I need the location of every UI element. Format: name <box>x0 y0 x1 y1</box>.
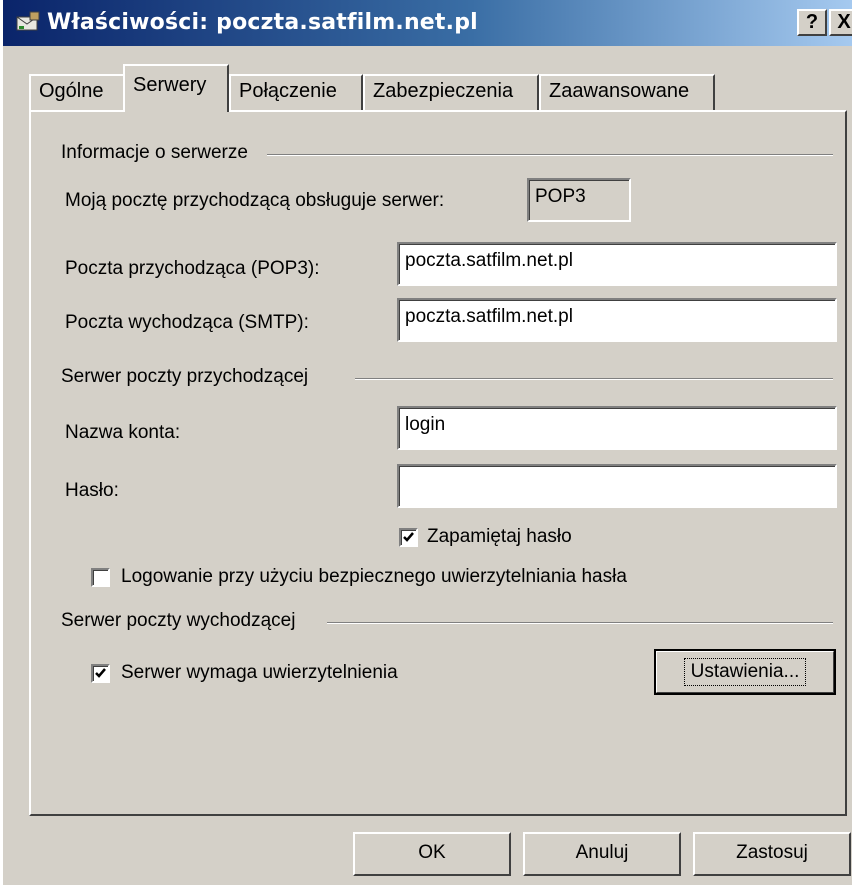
mail-server-icon <box>16 11 40 31</box>
account-name-input[interactable]: login <box>397 406 837 450</box>
account-name-label: Nazwa konta: <box>65 422 181 443</box>
pop3-server-input[interactable]: poczta.satfilm.net.pl <box>397 242 837 286</box>
group-divider <box>267 154 833 156</box>
secure-auth-checkbox[interactable] <box>91 568 110 587</box>
help-button[interactable]: ? <box>797 9 827 36</box>
settings-button-label: Ustawienia... <box>683 658 807 686</box>
apply-button[interactable]: Zastosuj <box>693 832 851 876</box>
tab-general[interactable]: Ogólne <box>29 74 125 110</box>
secure-auth-label[interactable]: Logowanie przy użyciu bezpiecznego uwier… <box>121 566 627 588</box>
cancel-button[interactable]: Anuluj <box>523 832 681 876</box>
smtp-auth-checkbox[interactable] <box>91 664 110 683</box>
smtp-server-input[interactable]: poczta.satfilm.net.pl <box>397 298 837 342</box>
tab-servers[interactable]: Serwery <box>123 64 229 112</box>
settings-button[interactable]: Ustawienia... <box>654 649 836 695</box>
servers-panel: Informacje o serwerze Moją pocztę przych… <box>29 110 847 816</box>
pop3-label: Poczta przychodząca (POP3): <box>65 258 320 279</box>
close-button[interactable]: X <box>829 9 852 36</box>
remember-password-label[interactable]: Zapamiętaj hasło <box>427 526 572 548</box>
ok-button[interactable]: OK <box>353 832 511 876</box>
group-divider <box>327 622 833 624</box>
remember-password-checkbox[interactable] <box>399 528 418 547</box>
password-label: Hasło: <box>65 480 119 501</box>
group-divider <box>355 378 833 380</box>
incoming-type-field: POP3 <box>527 178 631 222</box>
password-input[interactable] <box>397 464 837 508</box>
tab-connection[interactable]: Połączenie <box>229 74 363 110</box>
tab-security[interactable]: Zabezpieczenia <box>363 74 539 110</box>
title-bar[interactable]: Właściwości: poczta.satfilm.net.pl ? X <box>3 0 852 46</box>
properties-dialog: Właściwości: poczta.satfilm.net.pl ? X O… <box>0 0 852 885</box>
checkmark-icon <box>95 668 106 678</box>
tab-advanced[interactable]: Zaawansowane <box>539 74 715 110</box>
server-info-group-label: Informacje o serwerze <box>61 142 258 164</box>
smtp-label: Poczta wychodząca (SMTP): <box>65 312 309 333</box>
incoming-server-group-label: Serwer poczty przychodzącej <box>61 366 319 388</box>
checkmark-icon <box>403 532 414 542</box>
outgoing-server-group-label: Serwer poczty wychodzącej <box>61 610 306 632</box>
smtp-auth-label[interactable]: Serwer wymaga uwierzytelnienia <box>121 662 398 684</box>
incoming-type-label: Moją pocztę przychodzącą obsługuje serwe… <box>65 190 445 211</box>
window-title: Właściwości: poczta.satfilm.net.pl <box>47 10 478 35</box>
